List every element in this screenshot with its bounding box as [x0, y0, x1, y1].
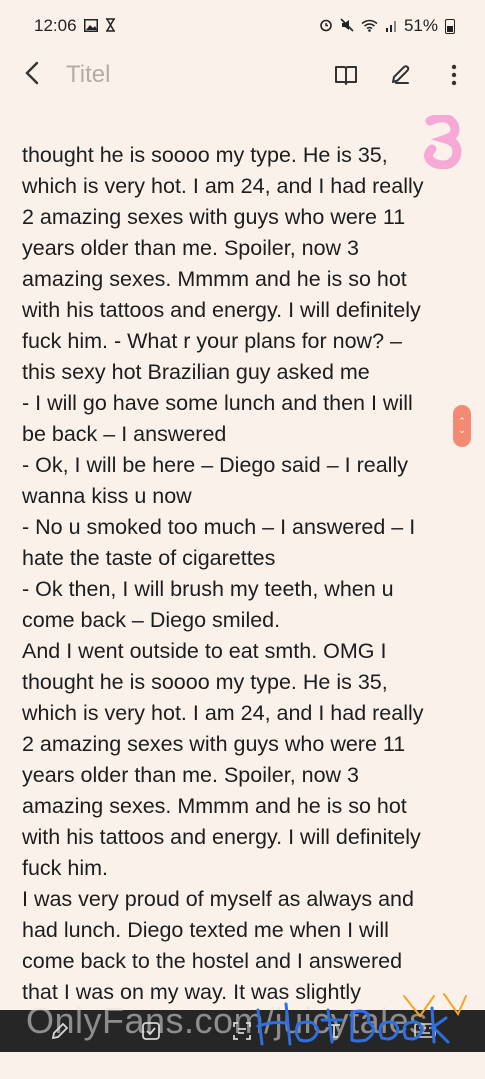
pen-icon[interactable] — [387, 62, 413, 88]
note-line: - No u smoked too much – I answered – I — [22, 515, 416, 539]
mute-icon — [340, 18, 354, 34]
note-line: come back to the hostel and I answered — [22, 949, 403, 973]
note-body[interactable]: thought he is soooo my type. He is 35, w… — [22, 140, 462, 1008]
hot-book-logo — [248, 990, 468, 1057]
note-line: thought he is soooo my type. He is 35, — [22, 670, 388, 694]
note-line: And I went outside to eat smth. OMG I — [22, 639, 387, 663]
note-line: had lunch. Diego texted me when I will — [22, 918, 389, 942]
note-line: amazing sexes. Mmmm and he is so hot — [22, 794, 407, 818]
note-line: - Ok, I will be here – Diego said – I re… — [22, 453, 408, 477]
signal-icon — [385, 19, 397, 34]
note-line: years older than me. Spoiler, now 3 — [22, 763, 360, 787]
back-arrow-icon[interactable] — [24, 61, 54, 90]
note-line: thought he is soooo my type. He is 35, — [22, 143, 388, 167]
chevron-down-icon: ⌄ — [458, 425, 466, 435]
note-line: I was very proud of myself as always and — [22, 887, 414, 911]
note-line: - Ok then, I will brush my teeth, when u — [22, 577, 394, 601]
status-bar: 12:06 51% — [0, 0, 485, 52]
note-line: this sexy hot Brazilian guy asked me — [22, 360, 370, 384]
fast-scroll-handle[interactable]: ⌃ ⌄ — [453, 405, 471, 447]
alarm-icon — [319, 18, 333, 34]
note-line: - I will go have some lunch and then I w… — [22, 391, 413, 415]
book-icon[interactable] — [333, 62, 359, 88]
note-line: which is very hot. I am 24, and I had re… — [22, 174, 424, 198]
title-input[interactable]: Titel — [66, 61, 333, 89]
image-icon — [83, 18, 98, 34]
header-toolbar — [333, 62, 467, 88]
more-icon[interactable] — [441, 62, 467, 88]
status-time: 12:06 — [34, 16, 77, 35]
status-left: 12:06 — [34, 16, 116, 36]
title-bar: Titel — [0, 52, 485, 98]
hourglass-icon — [105, 18, 116, 34]
note-line: fuck him. - What r your plans for now? – — [22, 329, 402, 353]
note-line: wanna kiss u now — [22, 484, 192, 508]
wifi-icon — [361, 19, 378, 34]
note-line: with his tattoos and energy. I will defi… — [22, 298, 421, 322]
note-line: amazing sexes. Mmmm and he is so hot — [22, 267, 407, 291]
note-line: 2 amazing sexes with guys who were 11 — [22, 732, 406, 756]
note-line: 2 amazing sexes with guys who were 11 — [22, 205, 406, 229]
note-line: fuck him. — [22, 856, 109, 880]
note-line: come back – Diego smiled. — [22, 608, 281, 632]
note-line: hate the taste of cigarettes — [22, 546, 276, 570]
note-line: be back – I answered — [22, 422, 227, 446]
note-line: years older than me. Spoiler, now 3 — [22, 236, 360, 260]
note-line: with his tattoos and energy. I will defi… — [22, 825, 421, 849]
status-right: 51% — [319, 16, 455, 36]
note-line: which is very hot. I am 24, and I had re… — [22, 701, 424, 725]
navigation-bar-strip — [0, 1052, 485, 1079]
battery-percent: 51% — [403, 16, 438, 35]
battery-icon — [445, 18, 455, 34]
